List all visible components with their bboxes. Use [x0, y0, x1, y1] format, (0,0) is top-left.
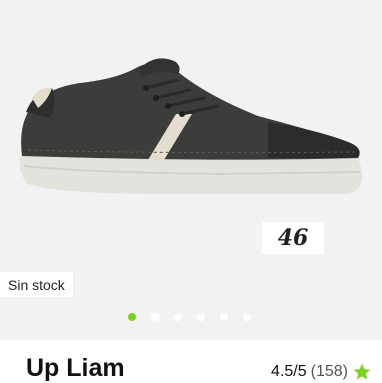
stock-label: Sin stock: [0, 272, 73, 297]
product-info: Up Liam 4.5/5 (158): [0, 340, 382, 382]
size-badge: 46: [262, 222, 324, 254]
product-image: [19, 58, 363, 194]
carousel-dot[interactable]: [174, 313, 182, 321]
carousel-dot[interactable]: [151, 313, 159, 321]
star-icon: [353, 363, 371, 380]
rating-value: 4.5/5: [271, 363, 307, 380]
product-gallery[interactable]: 46 Sin stock: [0, 0, 382, 340]
carousel-dot[interactable]: [243, 313, 251, 321]
carousel-dots[interactable]: [128, 313, 251, 321]
carousel-dot[interactable]: [220, 313, 228, 321]
product-rating[interactable]: 4.5/5 (158): [271, 362, 372, 382]
carousel-dot[interactable]: [128, 313, 136, 321]
review-count: (158): [310, 363, 348, 380]
carousel-dot[interactable]: [197, 313, 205, 321]
product-title: Up Liam: [26, 354, 125, 382]
